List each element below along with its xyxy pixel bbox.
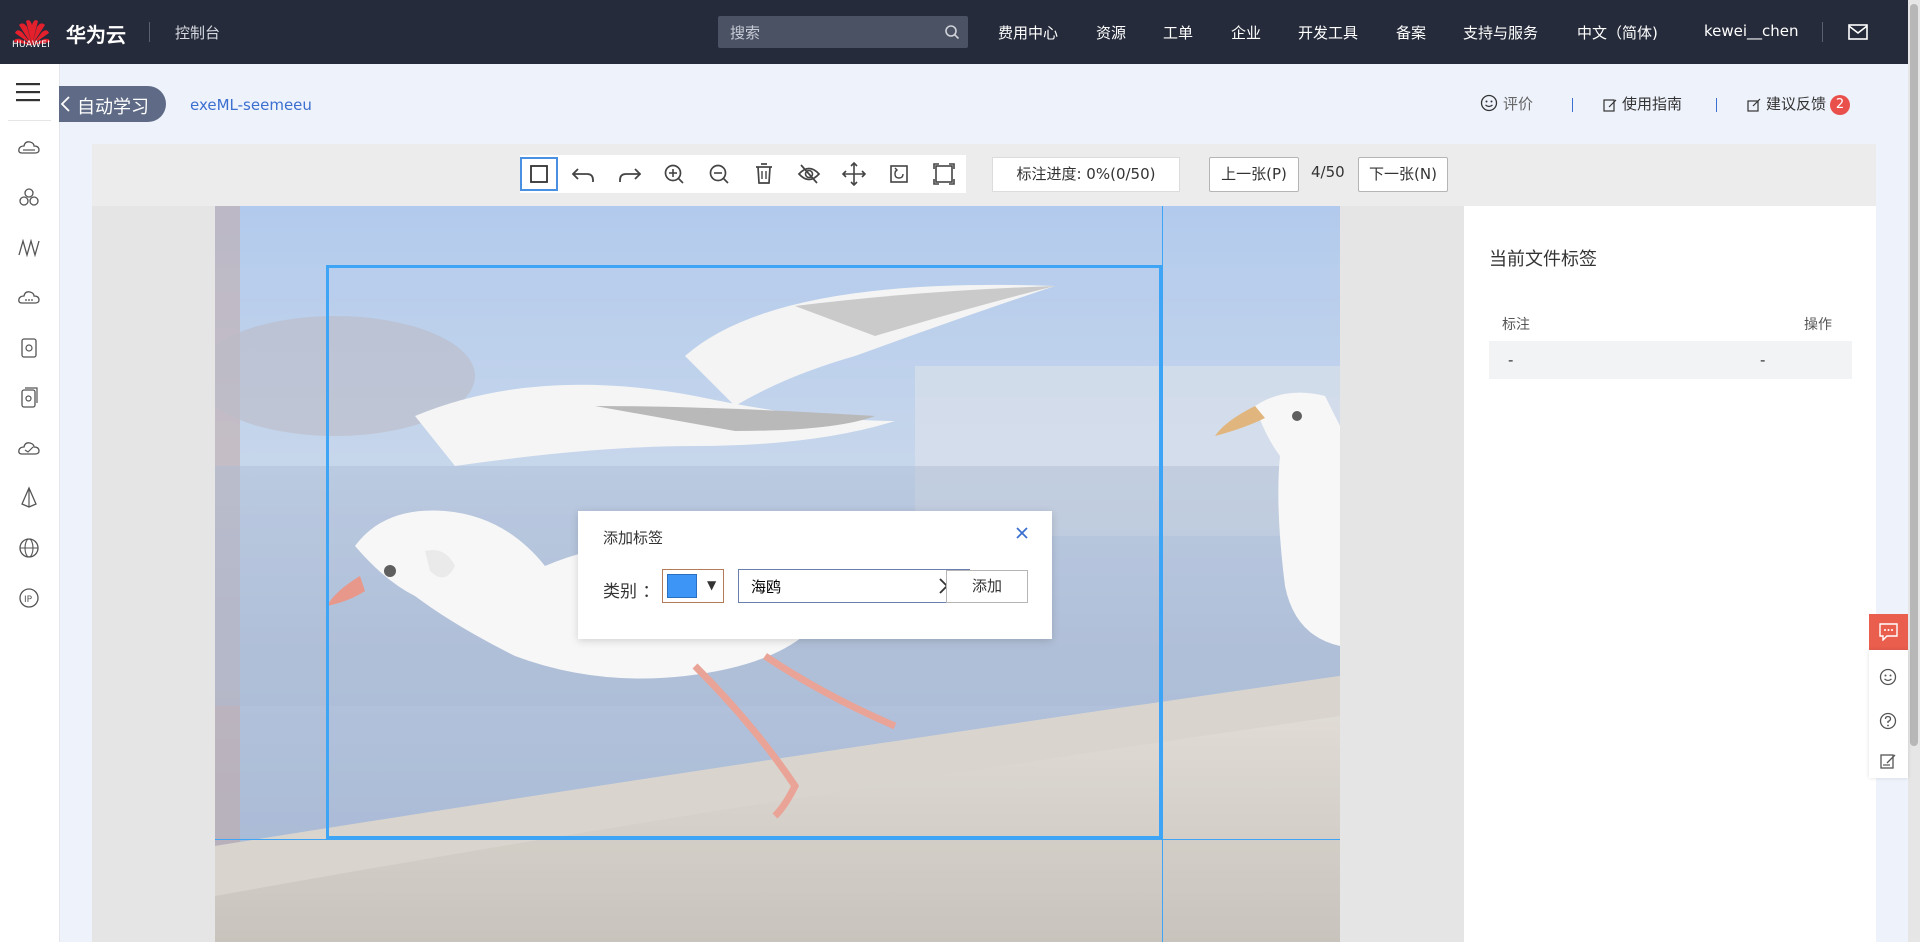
divider xyxy=(8,120,51,121)
tool-group xyxy=(520,155,966,193)
row-label-cell: - xyxy=(1508,351,1514,369)
feedback-count-badge: 2 xyxy=(1830,95,1851,115)
zoom-in-button[interactable] xyxy=(655,157,693,191)
nav-dev-tools[interactable]: 开发工具 xyxy=(1298,22,1358,43)
rectangle-tool-button[interactable] xyxy=(520,157,558,191)
nav-tickets[interactable]: 工单 xyxy=(1163,22,1193,43)
page-counter: 4/50 xyxy=(1311,163,1345,181)
eye-off-icon xyxy=(797,164,821,184)
move-button[interactable] xyxy=(835,157,873,191)
feedback-label: 建议反馈 xyxy=(1766,95,1827,113)
console-link[interactable]: 控制台 xyxy=(175,22,220,43)
feedback-button[interactable]: 建议反馈 2 xyxy=(1747,93,1851,115)
nav-support[interactable]: 支持与服务 xyxy=(1463,22,1538,43)
hide-annotations-button[interactable] xyxy=(790,157,828,191)
note-icon[interactable] xyxy=(1879,752,1897,770)
chat-button[interactable] xyxy=(1869,614,1908,650)
page-scrollbar-thumb[interactable] xyxy=(1910,4,1918,746)
color-swatch xyxy=(667,574,697,598)
search-icon[interactable] xyxy=(944,24,960,40)
chat-icon xyxy=(1879,623,1898,641)
rectangle-icon xyxy=(530,165,548,183)
nav-resources[interactable]: 资源 xyxy=(1096,22,1126,43)
guide-label: 使用指南 xyxy=(1622,95,1683,113)
redo-icon xyxy=(619,168,642,182)
nav-username[interactable]: kewei__chen xyxy=(1704,22,1799,40)
nav-billing[interactable]: 费用中心 xyxy=(998,22,1058,43)
edit-book-icon xyxy=(1603,99,1617,112)
color-picker[interactable]: ▼ xyxy=(662,569,724,603)
search-input[interactable] xyxy=(728,22,932,44)
cloud-monitor-icon[interactable] xyxy=(17,436,41,460)
divider xyxy=(149,22,150,42)
project-name-link[interactable]: exeML-seemeeu xyxy=(190,96,312,114)
next-image-button[interactable]: 下一张(N) xyxy=(1358,157,1448,192)
chevron-left-icon xyxy=(60,96,70,112)
reset-icon xyxy=(890,165,908,183)
database-icon[interactable] xyxy=(17,336,41,360)
column-header-label: 标注 xyxy=(1502,317,1530,333)
delete-button[interactable] xyxy=(745,157,783,191)
smile-icon xyxy=(1480,94,1498,112)
divider xyxy=(1572,98,1573,112)
rate-label: 评价 xyxy=(1503,95,1534,113)
guide-button[interactable]: 使用指南 xyxy=(1603,93,1682,114)
column-header-action: 操作 xyxy=(1804,317,1832,333)
divider xyxy=(1822,22,1823,42)
brand-name[interactable]: 华为云 xyxy=(66,19,126,48)
zoom-out-icon xyxy=(709,164,729,184)
cloud-server-icon[interactable] xyxy=(17,136,41,160)
prev-image-button[interactable]: 上一张(P) xyxy=(1209,157,1299,192)
back-label: 自动学习 xyxy=(77,97,149,118)
annotation-toolbar xyxy=(92,144,1876,206)
logo-text: HUAWEI xyxy=(11,40,51,50)
edit-icon xyxy=(1747,98,1761,112)
smile-icon[interactable] xyxy=(1879,668,1897,686)
redo-button[interactable] xyxy=(610,157,648,191)
category-label: 类别 ： xyxy=(603,582,660,602)
divider xyxy=(1716,98,1717,112)
fullscreen-button[interactable] xyxy=(925,157,963,191)
help-icon[interactable] xyxy=(1879,712,1897,730)
left-sidebar: IP xyxy=(0,64,60,942)
elastic-ip-icon[interactable]: IP xyxy=(17,586,41,610)
back-button[interactable]: 自动学习 xyxy=(59,86,166,122)
cdn-globe-icon[interactable] xyxy=(17,536,41,560)
crosshair-vertical-guide xyxy=(1162,206,1163,942)
add-label-dialog: 添加标签 类别 ： ▼ 添加 xyxy=(578,511,1052,639)
table-row xyxy=(1489,341,1852,379)
panel-title: 当前文件标签 xyxy=(1489,249,1597,270)
undo-icon xyxy=(571,168,594,182)
zoom-in-icon xyxy=(664,164,684,184)
svg-text:IP: IP xyxy=(24,595,33,605)
reset-button[interactable] xyxy=(880,157,918,191)
row-action-cell: - xyxy=(1760,351,1766,369)
mail-icon[interactable] xyxy=(1848,24,1868,40)
annotation-progress: 标注进度: 0%(0/50) xyxy=(992,157,1180,192)
cluster-icon[interactable] xyxy=(17,186,41,210)
nav-language[interactable]: 中文（简体) xyxy=(1577,22,1658,43)
add-label-button[interactable]: 添加 xyxy=(946,570,1028,603)
move-icon xyxy=(841,161,867,187)
undo-button[interactable] xyxy=(565,157,603,191)
nav-icp[interactable]: 备案 xyxy=(1396,22,1426,43)
menu-icon[interactable] xyxy=(16,82,40,102)
dialog-title: 添加标签 xyxy=(603,529,664,547)
crosshair-horizontal-guide xyxy=(215,839,1340,840)
cloud-storage-icon[interactable] xyxy=(17,286,41,310)
zoom-out-button[interactable] xyxy=(700,157,738,191)
nav-enterprise[interactable]: 企业 xyxy=(1231,22,1261,43)
document-db-icon[interactable] xyxy=(17,386,41,410)
fullscreen-icon xyxy=(933,163,955,185)
triangle-down-icon: ▼ xyxy=(707,578,717,592)
rate-button[interactable]: 评价 xyxy=(1480,93,1533,114)
close-icon[interactable] xyxy=(1014,525,1030,541)
delete-icon xyxy=(756,163,772,184)
modelarts-icon[interactable] xyxy=(17,236,41,260)
deploy-icon[interactable] xyxy=(17,486,41,510)
search-box[interactable] xyxy=(718,16,968,48)
top-bar: HUAWEI 华为云 控制台 费用中心 资源 工单 企业 开发工具 备案 支持与… xyxy=(0,0,1920,64)
